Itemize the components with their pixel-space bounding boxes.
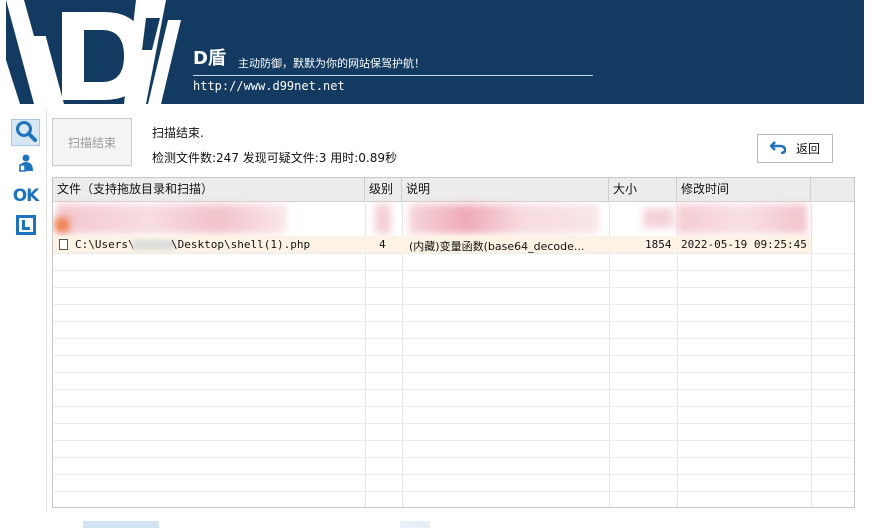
back-button[interactable]: 返回 [757, 134, 833, 163]
brand-name: D盾 [193, 48, 226, 69]
scan-status-text: 扫描结束. [152, 126, 204, 140]
ok-tool-button[interactable]: OK [11, 182, 40, 209]
search-icon [15, 120, 37, 146]
scan-summary-text: 检测文件数:247 发现可疑文件:3 用时:0.89秒 [152, 151, 398, 165]
scan-tool-button[interactable] [11, 119, 40, 146]
toolbar-divider [46, 110, 47, 512]
column-header-level[interactable]: 级别 [365, 178, 402, 201]
file-path-prefix: C:\Users\ [75, 238, 135, 251]
d-shield-logo [6, 0, 191, 104]
table-header: 文件（支持拖放目录和扫描） 级别 说明 大小 修改时间 [53, 178, 854, 202]
window-tool-button[interactable] [11, 213, 40, 240]
user-tool-button[interactable] [11, 151, 40, 178]
column-header-file[interactable]: 文件（支持拖放目录和扫描） [53, 178, 365, 201]
brand-slogan: 主动防御，默默为你的网站保驾护航！ [238, 57, 425, 70]
description-value: (内藏)变量函数(base64_decode... [409, 240, 585, 253]
grid-line [53, 270, 854, 271]
grid-line [53, 304, 854, 305]
grid-line [53, 389, 854, 390]
column-header-size[interactable]: 大小 [609, 178, 677, 201]
banner-divider [193, 75, 593, 76]
header-banner: D盾 主动防御，默默为你的网站保驾护航！ http://www.d99net.n… [6, 0, 864, 104]
grid-line [53, 338, 854, 339]
results-table[interactable]: 文件（支持拖放目录和扫描） 级别 说明 大小 修改时间 C:\Users\ \D… [52, 177, 855, 508]
column-header-modified[interactable]: 修改时间 [677, 178, 811, 201]
ok-icon: OK [12, 185, 40, 206]
grid-line [811, 201, 812, 507]
bottom-tab[interactable] [400, 521, 430, 528]
grid-line [53, 372, 854, 373]
grid-line [53, 423, 854, 424]
size-value: 1854 [645, 238, 672, 251]
grid-line [53, 406, 854, 407]
redacted-username [133, 240, 175, 250]
modified-value: 2022-05-19 09:25:45 [681, 238, 807, 251]
column-header-description[interactable]: 说明 [402, 178, 609, 201]
grid-line [53, 491, 854, 492]
user-icon [16, 153, 36, 177]
bottom-tab[interactable] [83, 521, 159, 528]
grid-line [53, 321, 854, 322]
back-button-label: 返回 [795, 142, 820, 156]
grid-line [53, 457, 854, 458]
grid-line [53, 440, 854, 441]
scan-finished-button[interactable]: 扫描结束 [52, 118, 132, 166]
website-url[interactable]: http://www.d99net.net [193, 79, 345, 93]
file-icon [59, 239, 68, 250]
level-value: 4 [379, 238, 386, 251]
grid-line [53, 287, 854, 288]
file-path-suffix: \Desktop\shell(1).php [171, 238, 311, 251]
undo-arrow-icon [769, 140, 787, 157]
grid-line [53, 474, 854, 475]
window-icon [15, 214, 36, 239]
grid-line [53, 355, 854, 356]
